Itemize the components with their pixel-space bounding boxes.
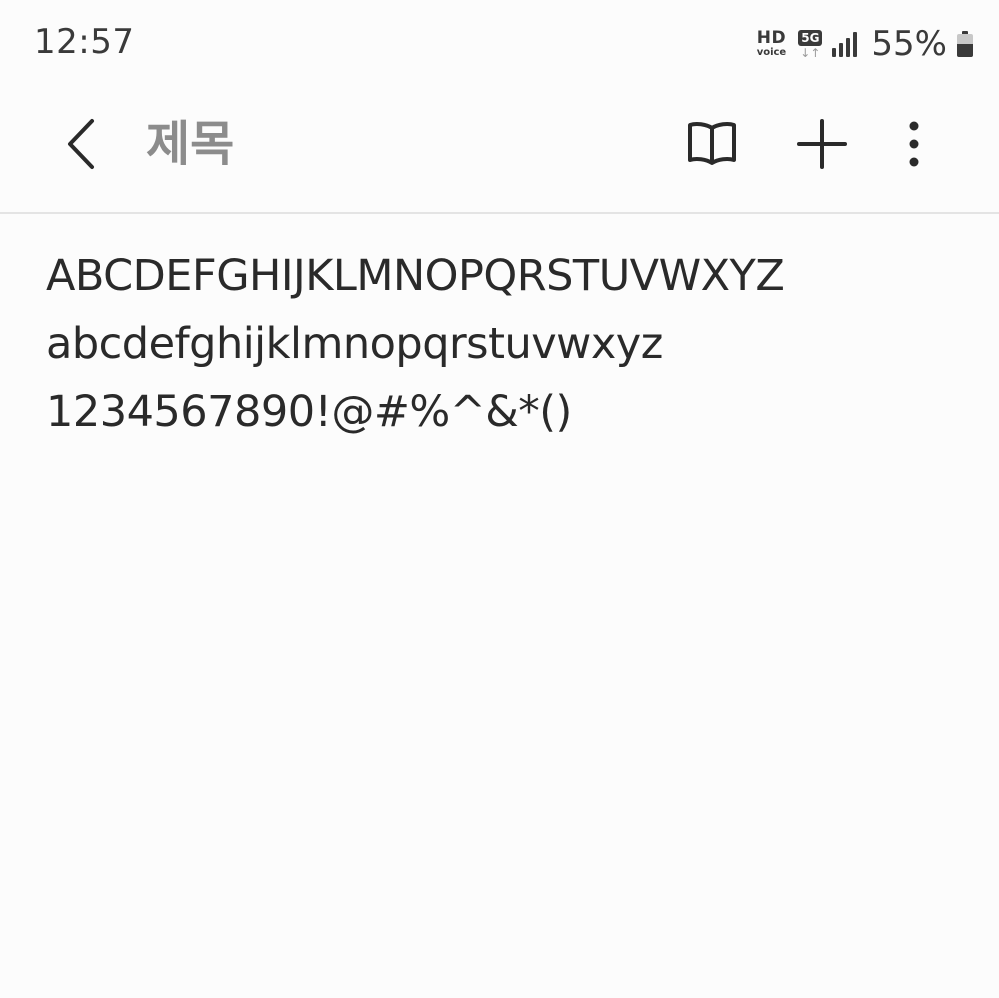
- page-title: 제목: [146, 116, 235, 172]
- network-label: 5G: [798, 29, 823, 46]
- app-toolbar: 제목: [0, 88, 999, 214]
- more-vertical-icon: [909, 121, 919, 167]
- note-editor-screen: 12:57 HD voice 5G ↓↑ 55% 제목 ABCDEFGHIJKL…: [0, 0, 999, 998]
- plus-icon: [797, 119, 847, 169]
- note-line-uppercase: ABCDEFGHIJKLMNOPQRSTUVWXYZ: [46, 251, 785, 301]
- status-indicators: HD voice 5G ↓↑ 55%: [757, 22, 973, 66]
- back-button[interactable]: [50, 108, 114, 180]
- network-5g-icon: 5G ↓↑: [798, 29, 823, 60]
- back-arrow-icon: [68, 119, 94, 169]
- hd-label: HD: [756, 28, 787, 48]
- battery-icon: [957, 31, 973, 57]
- note-line-symbols: 1234567890!@#%^&*(): [46, 387, 572, 437]
- reader-mode-button[interactable]: [676, 108, 748, 180]
- note-line-lowercase: abcdefghijklmnopqrstuvwxyz: [46, 319, 663, 369]
- status-time: 12:57: [34, 22, 135, 62]
- note-content[interactable]: ABCDEFGHIJKLMNOPQRSTUVWXYZ abcdefghijklm…: [46, 242, 966, 446]
- book-open-icon: [688, 122, 736, 165]
- signal-bars-icon: [832, 31, 858, 57]
- status-bar: 12:57 HD voice 5G ↓↑ 55%: [0, 0, 999, 88]
- network-arrows: ↓↑: [800, 45, 821, 60]
- battery-percent: 55%: [871, 24, 947, 64]
- hd-voice-icon: HD voice: [757, 30, 787, 58]
- more-options-button[interactable]: [878, 108, 950, 180]
- voice-label: voice: [756, 47, 787, 58]
- add-button[interactable]: [786, 108, 858, 180]
